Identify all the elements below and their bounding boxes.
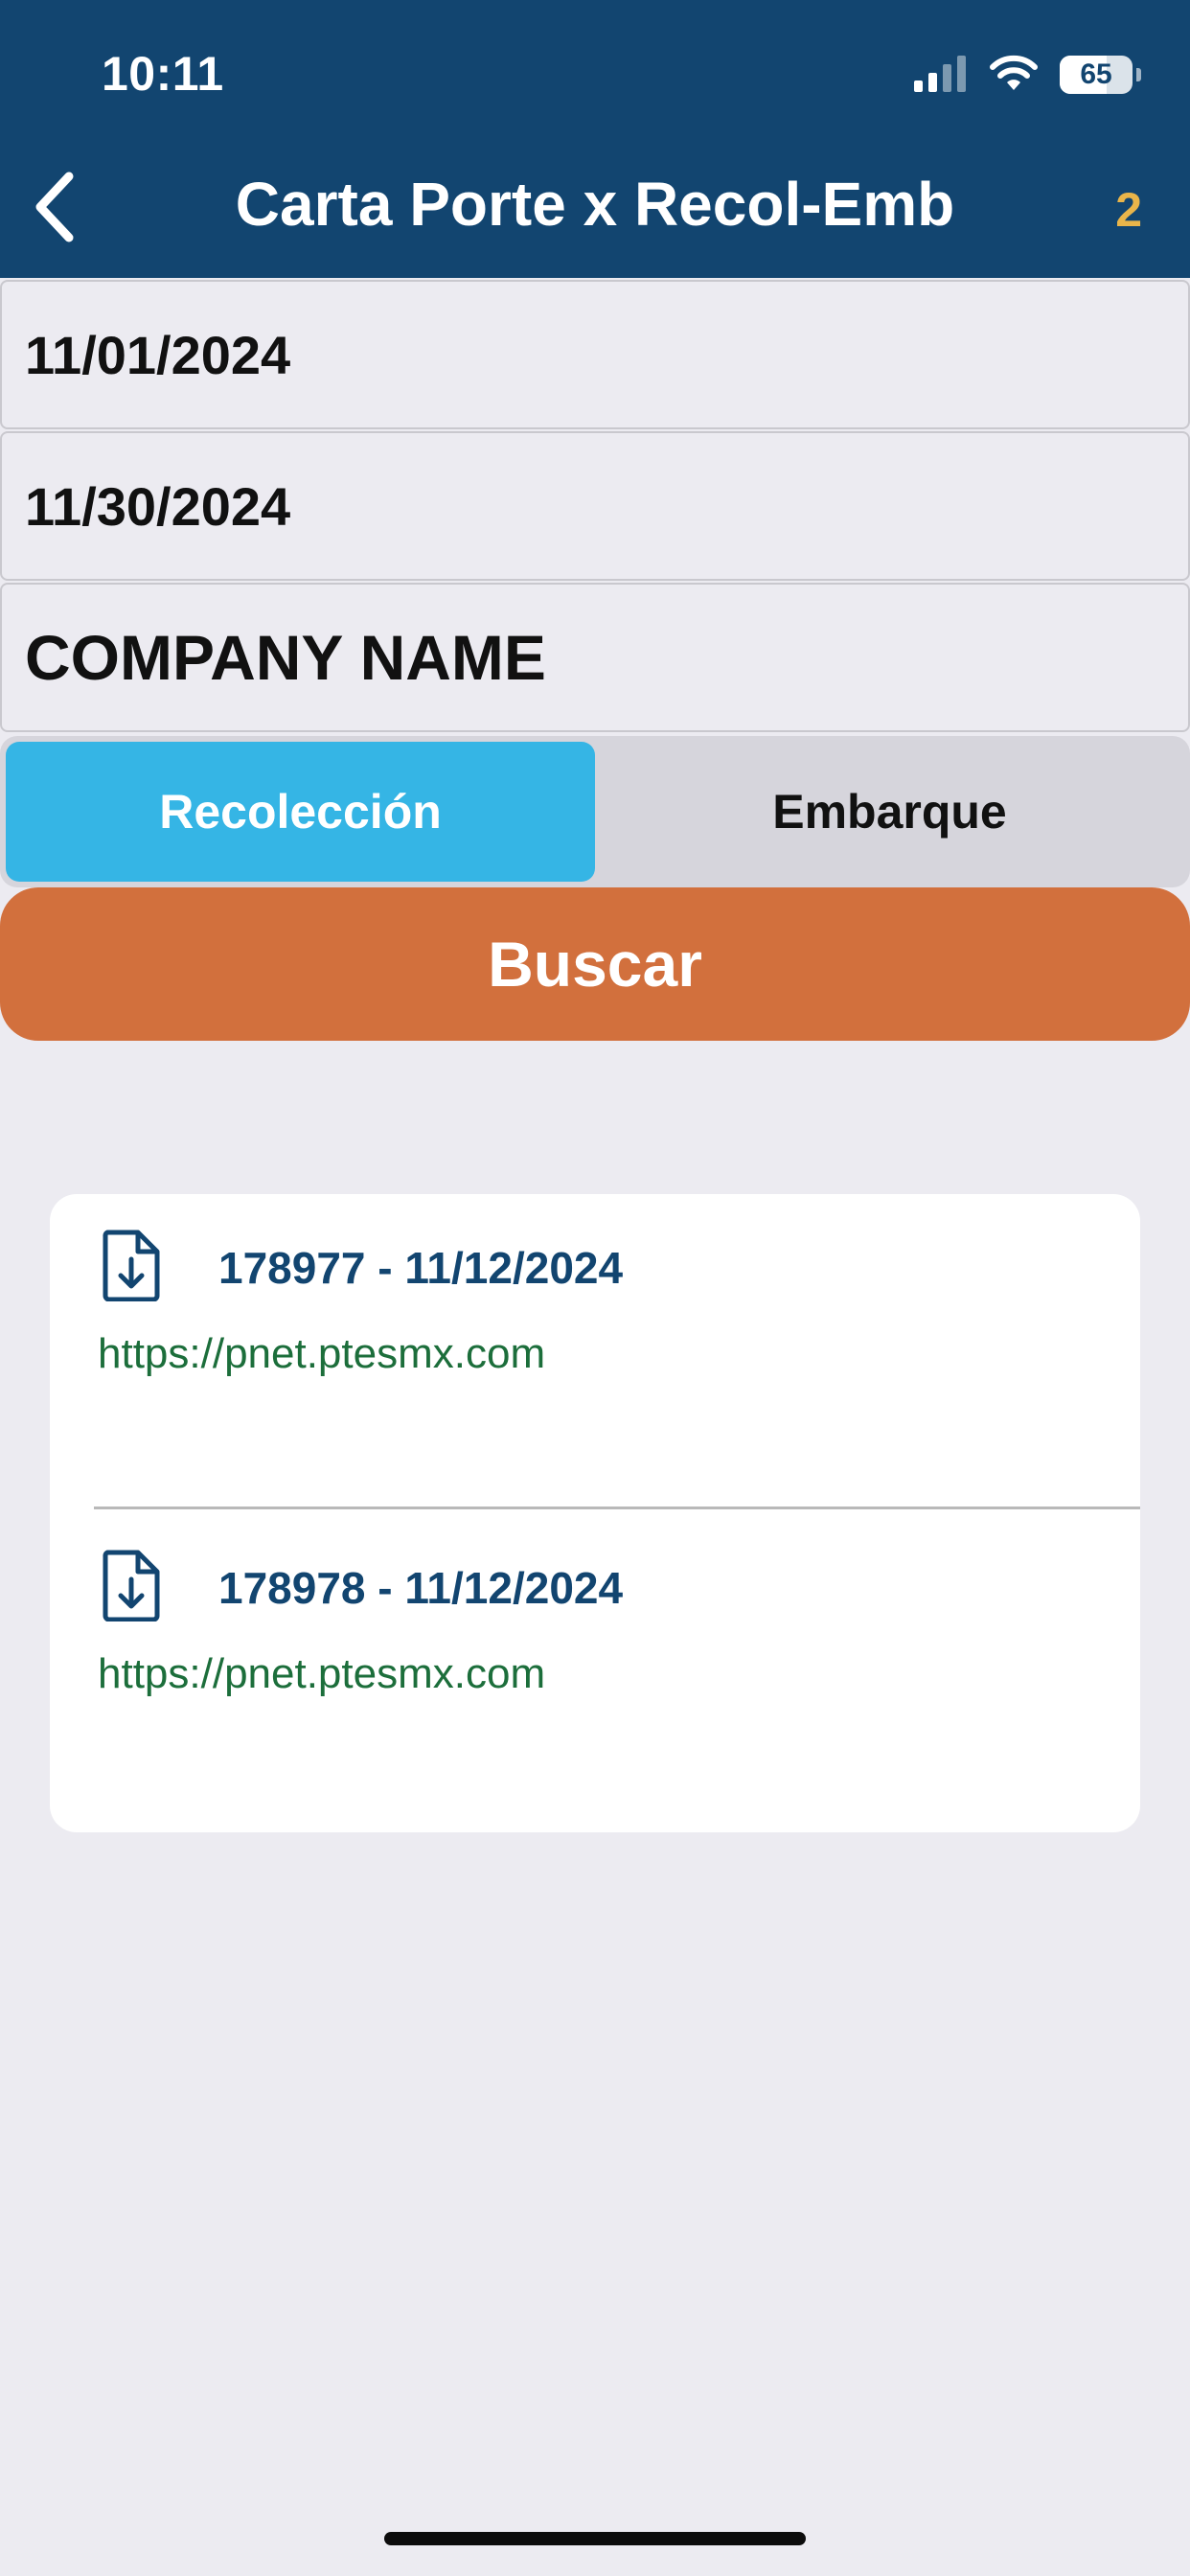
result-title: 178977 - 11/12/2024 [218,1243,624,1293]
file-download-icon[interactable] [102,1549,161,1626]
divider [94,1506,1140,1509]
home-indicator[interactable] [384,2532,806,2545]
results-card: 178977 - 11/12/2024 https://pnet.ptesmx.… [50,1194,1140,1832]
file-download-icon[interactable] [102,1229,161,1306]
company-field[interactable]: COMPANY NAME [0,583,1190,732]
type-segmented-control: Recolección Embarque [0,736,1190,887]
result-link[interactable]: https://pnet.ptesmx.com [98,1330,545,1378]
wifi-icon [989,54,1039,97]
status-time: 10:11 [102,47,224,101]
results-count: 2 [1115,183,1142,237]
segment-embarque[interactable]: Embarque [595,742,1184,882]
page-title: Carta Porte x Recol-Emb [235,170,955,239]
battery-level: 65 [1080,58,1112,90]
app-header: 10:11 65 Carta Porte x Recol-Emb 2 [0,0,1190,278]
result-title: 178978 - 11/12/2024 [218,1563,624,1613]
cellular-signal-icon [914,54,968,97]
start-date-field[interactable]: 11/01/2024 [0,280,1190,429]
battery-icon: 65 [1060,56,1141,94]
result-item: 178978 - 11/12/2024 https://pnet.ptesmx.… [50,1514,1140,1830]
result-link[interactable]: https://pnet.ptesmx.com [98,1650,545,1698]
search-button[interactable]: Buscar [0,887,1190,1041]
status-icons: 65 [914,50,1141,100]
result-item: 178977 - 11/12/2024 https://pnet.ptesmx.… [50,1194,1140,1510]
segment-recoleccion[interactable]: Recolección [6,742,595,882]
end-date-field[interactable]: 11/30/2024 [0,431,1190,581]
